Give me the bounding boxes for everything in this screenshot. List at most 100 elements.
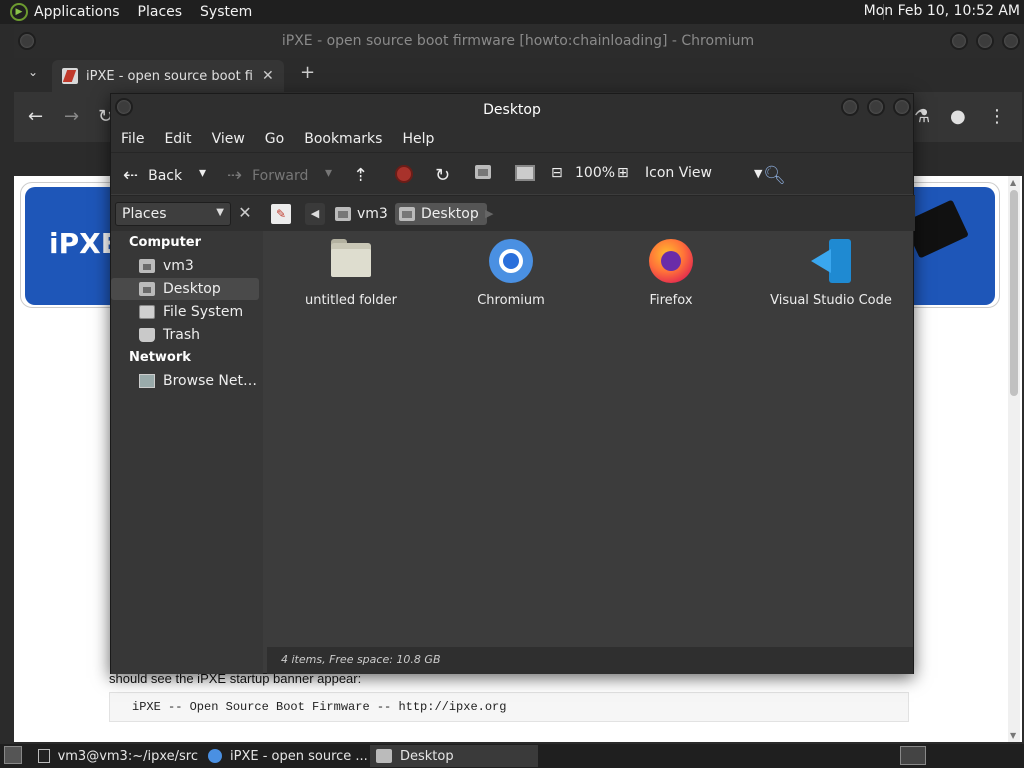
sidebar-item-trash[interactable]: Trash [111, 324, 259, 346]
sidebar-item-browse-network[interactable]: Browse Net… [111, 370, 259, 392]
file-manager-titlebar[interactable]: Desktop [111, 94, 913, 126]
new-tab-icon[interactable]: + [300, 62, 315, 83]
zoom-out-icon[interactable]: ⊟ [551, 165, 563, 181]
page-scrollbar[interactable]: ▲ ▼ [1008, 176, 1020, 742]
scroll-up-icon[interactable]: ▲ [1010, 178, 1016, 187]
profile-avatar-icon[interactable]: ● [950, 106, 966, 127]
taskbar-item-label: vm3@vm3:~/ipxe/src [57, 748, 198, 764]
scroll-down-icon[interactable]: ▼ [1010, 731, 1016, 740]
menu-view[interactable]: View [212, 131, 245, 147]
computer-button[interactable] [515, 165, 535, 181]
chromium-icon [489, 239, 533, 283]
window-menu-icon[interactable] [115, 98, 133, 116]
menu-bar: File Edit View Go Bookmarks Help [111, 126, 913, 152]
show-desktop-icon[interactable] [4, 746, 22, 764]
scrollbar-thumb[interactable] [1010, 190, 1018, 396]
kebab-menu-icon[interactable]: ⋮ [988, 106, 1006, 127]
applications-menu[interactable]: Applications [34, 4, 120, 20]
menu-help[interactable]: Help [402, 131, 434, 147]
path-scroll-left-icon[interactable]: ◀ [305, 203, 325, 225]
close-icon[interactable] [1002, 32, 1020, 50]
window-menu-icon[interactable] [18, 32, 36, 50]
home-icon [139, 259, 155, 273]
reload-icon[interactable]: ↻ [435, 165, 450, 186]
labs-flask-icon[interactable]: ⚗ [914, 106, 930, 127]
edit-location-icon[interactable]: ✎ [271, 204, 291, 224]
forward-arrow-icon[interactable]: → [64, 106, 79, 127]
forward-arrow-icon: ⇢ [227, 165, 243, 186]
back-history-dropdown[interactable]: ▾ [199, 165, 206, 181]
close-sidebar-icon[interactable]: ✕ [235, 203, 255, 225]
stop-button[interactable] [395, 165, 413, 183]
file-item[interactable]: Chromium [441, 239, 581, 308]
harddisk-icon [139, 305, 155, 319]
vscode-icon [809, 239, 853, 283]
file-item-label: Visual Studio Code [770, 293, 892, 308]
minimize-icon[interactable] [841, 98, 859, 116]
system-menu[interactable]: System [200, 4, 252, 20]
forward-label: Forward [252, 167, 309, 184]
stop-icon [395, 165, 413, 183]
bottom-panel: vm3@vm3:~/ipxe/src iPXE - open source ..… [0, 744, 1024, 768]
taskbar-item-terminal[interactable]: vm3@vm3:~/ipxe/src [32, 745, 198, 767]
maximize-icon[interactable] [976, 32, 994, 50]
menu-edit[interactable]: Edit [164, 131, 191, 147]
trash-icon [139, 328, 155, 342]
file-manager-window: Desktop File Edit View Go Bookmarks Help… [110, 93, 915, 674]
file-item-label: untitled folder [304, 293, 397, 308]
zoom-in-icon[interactable]: ⊞ [617, 165, 629, 181]
path-scroll-right-icon[interactable]: ▶ [485, 203, 493, 225]
breadcrumb-label: Desktop [421, 206, 479, 222]
tab-search-chevron-icon[interactable]: ⌄ [28, 65, 38, 79]
file-item[interactable]: Firefox [601, 239, 741, 308]
forward-history-dropdown[interactable]: ▾ [325, 165, 332, 181]
mint-menu-icon[interactable]: ▶ [10, 3, 28, 21]
taskbar-item-chromium[interactable]: iPXE - open source ... [202, 745, 368, 767]
file-icon-view[interactable]: untitled folder Chromium Firefox Visual … [267, 231, 913, 647]
breadcrumb-desktop[interactable]: Desktop [395, 203, 487, 225]
tab-close-icon[interactable]: ✕ [262, 68, 274, 84]
forward-button[interactable]: ⇢ Forward [227, 165, 308, 186]
breadcrumb-vm3[interactable]: vm3 [331, 203, 396, 225]
taskbar-item-desktop[interactable]: Desktop [370, 745, 538, 767]
file-manager-toolbar: ⇠ Back ▾ ⇢ Forward ▾ ⇡ ↻ ⊟ 100% ⊞ Icon V… [111, 152, 913, 194]
sidebar-item-file-system[interactable]: File System [111, 301, 259, 323]
workspace-switcher[interactable] [900, 746, 926, 765]
file-item[interactable]: untitled folder [281, 239, 421, 308]
sidebar-mode-select[interactable]: Places ▼ [115, 202, 231, 226]
tab-title: iPXE - open source boot firmware [86, 68, 254, 84]
menu-go[interactable]: Go [265, 131, 284, 147]
back-button[interactable]: ⇠ Back [123, 165, 182, 186]
browser-tab[interactable]: iPXE - open source boot firmware ✕ [52, 60, 284, 92]
back-arrow-icon[interactable]: ← [28, 106, 43, 127]
back-arrow-icon: ⇠ [123, 165, 139, 186]
sidebar-item-label: Browse Net… [163, 373, 258, 389]
network-icon [139, 374, 155, 388]
search-icon[interactable]: 🔍︎ [763, 165, 786, 186]
menu-file[interactable]: File [121, 131, 144, 147]
places-sidebar: Computer vm3 Desktop File System Trash N… [111, 231, 263, 674]
view-mode-select[interactable]: Icon View ▼ [645, 165, 762, 181]
minimize-icon[interactable] [950, 32, 968, 50]
sidebar-item-vm3[interactable]: vm3 [111, 255, 259, 277]
computer-icon [515, 165, 535, 181]
breadcrumb-label: vm3 [357, 206, 388, 222]
close-icon[interactable] [893, 98, 911, 116]
sidebar-item-desktop[interactable]: Desktop [111, 278, 259, 300]
zoom-level[interactable]: 100% [575, 165, 615, 181]
folder-icon [329, 239, 373, 283]
chromium-titlebar[interactable]: iPXE - open source boot firmware [howto:… [14, 24, 1022, 58]
file-manager-title: Desktop [483, 102, 541, 118]
home-folder-button[interactable] [475, 165, 497, 179]
places-menu[interactable]: Places [138, 4, 183, 20]
file-item[interactable]: Visual Studio Code [761, 239, 901, 308]
taskbar-item-label: Desktop [400, 748, 454, 764]
menu-bookmarks[interactable]: Bookmarks [304, 131, 382, 147]
maximize-icon[interactable] [867, 98, 885, 116]
sidebar-mode-label: Places [122, 206, 167, 222]
up-arrow-icon[interactable]: ⇡ [353, 165, 368, 186]
sidebar-heading-computer: Computer [129, 235, 202, 250]
clock[interactable]: Mon Feb 10, 10:52 AM [864, 3, 1020, 19]
chromium-window-title: iPXE - open source boot firmware [howto:… [281, 33, 755, 49]
file-item-label: Chromium [477, 293, 545, 308]
